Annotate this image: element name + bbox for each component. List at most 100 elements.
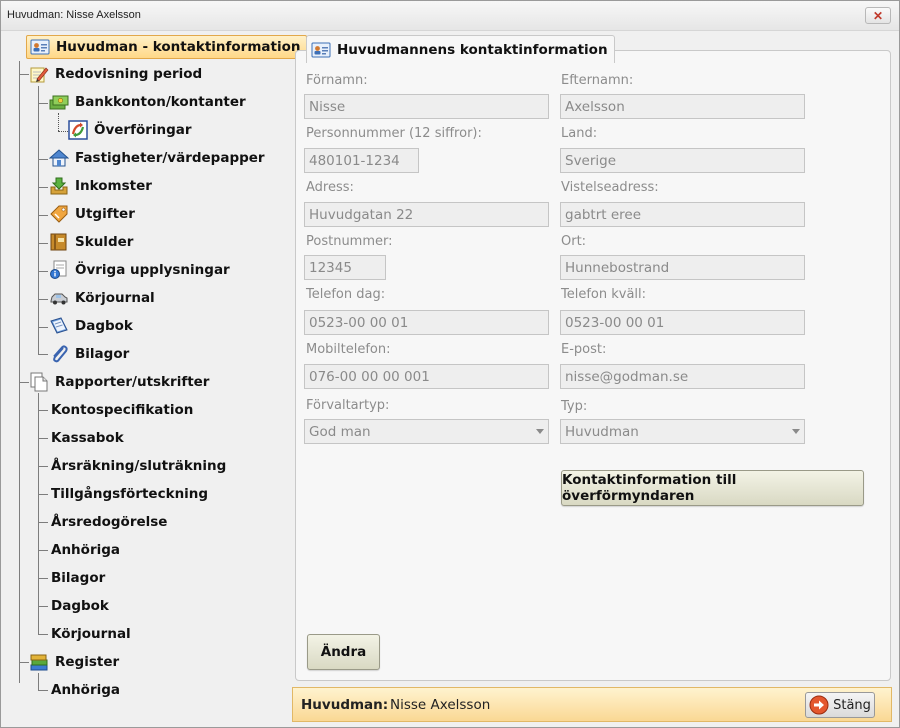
tree-item-register[interactable]: Register: [29, 650, 119, 674]
transfer-arrows-icon: [68, 120, 88, 140]
tree-item-transfers[interactable]: Överföringar: [68, 118, 192, 142]
tree-item-report[interactable]: Tillgångsförteckning: [51, 482, 208, 506]
tree-item-report[interactable]: Kassabok: [51, 426, 124, 450]
tree-connector: [38, 578, 48, 579]
window-close-button[interactable]: ✕: [865, 7, 891, 24]
tree-item-label: Register: [55, 654, 120, 670]
tree-item-label: Övriga upplysningar: [75, 262, 230, 278]
ssn-field[interactable]: 480101-1234: [304, 148, 419, 173]
navigation-tree: Huvudman - kontaktinformation Redovisnin…: [1, 31, 308, 721]
tree-connector: [38, 159, 48, 160]
tree-item-report[interactable]: Årsredogörelse: [51, 510, 167, 534]
books-stack-icon: [29, 652, 49, 672]
contact-card-icon: [30, 37, 50, 57]
tree-item-report[interactable]: Körjournal: [51, 622, 131, 646]
tree-item-other-info[interactable]: Övriga upplysningar: [49, 258, 230, 282]
tree-item-driving-log[interactable]: Körjournal: [49, 286, 155, 310]
tree-connector: [19, 662, 29, 663]
postcode-label: Postnummer:: [306, 234, 393, 249]
type-label: Typ:: [561, 399, 588, 414]
tree-item-main-contact[interactable]: Huvudman - kontaktinformation: [26, 35, 308, 59]
info-document-icon: [49, 260, 69, 280]
contact-guardian-button[interactable]: Kontaktinformation till överförmyndaren: [561, 470, 864, 506]
ledger-book-icon: [49, 232, 69, 252]
edit-button[interactable]: Ändra: [307, 634, 380, 670]
close-icon: ✕: [872, 8, 884, 23]
panel-title: Huvudmannens kontaktinformation: [337, 41, 608, 58]
notebook-icon: [49, 316, 69, 336]
email-label: E-post:: [561, 342, 607, 357]
tree-item-label: Bankkonton/kontanter: [75, 94, 246, 110]
tree-item-report[interactable]: Dagbok: [51, 594, 109, 618]
tree-item-income[interactable]: Inkomster: [49, 174, 152, 198]
tree-item-reports[interactable]: Rapporter/utskrifter: [29, 370, 209, 394]
tree-item-report[interactable]: Bilagor: [51, 566, 105, 590]
tree-connector: [19, 382, 29, 383]
window-title: Huvudman: Nisse Axelsson: [7, 9, 141, 21]
tree-item-report[interactable]: Årsräkning/sluträkning: [51, 454, 226, 478]
tree-item-label: Rapporter/utskrifter: [55, 374, 210, 390]
tree-item-label: Fastigheter/värdepapper: [75, 150, 265, 166]
admin-type-value: God man: [309, 423, 371, 440]
tree-item-report[interactable]: Kontospecifikation: [51, 398, 193, 422]
tree-connector: [38, 299, 48, 300]
phone-day-field[interactable]: 0523-00 00 01: [304, 310, 549, 335]
house-icon: [49, 148, 69, 168]
tree-item-period[interactable]: Redovisning period: [29, 62, 202, 86]
mobile-label: Mobiltelefon:: [306, 342, 391, 357]
title-bar[interactable]: Huvudman: Nisse Axelsson ✕: [1, 1, 899, 31]
stay-address-label: Vistelseadress:: [561, 180, 659, 195]
tree-item-report[interactable]: Anhöriga: [51, 538, 120, 562]
tree-connector: [38, 354, 48, 355]
last-name-field[interactable]: Axelsson: [560, 94, 805, 119]
tree-connector: [38, 271, 48, 272]
tree-connector: [38, 327, 48, 328]
first-name-field[interactable]: Nisse: [304, 94, 549, 119]
close-button-label: Stäng: [833, 697, 871, 713]
tree-item-property[interactable]: Fastigheter/värdepapper: [49, 146, 265, 170]
status-bar: Huvudman: Nisse Axelsson Stäng: [292, 687, 892, 722]
tree-item-label: Kontospecifikation: [51, 402, 194, 418]
tree-item-label: Dagbok: [51, 598, 109, 614]
tree-item-label: Körjournal: [75, 290, 155, 306]
close-button[interactable]: Stäng: [805, 692, 875, 718]
phone-evening-label: Telefon kväll:: [561, 287, 647, 302]
tree-connector: [38, 673, 39, 690]
tree-item-diary[interactable]: Dagbok: [49, 314, 133, 338]
city-field[interactable]: Hunnebostrand: [560, 255, 805, 280]
tree-item-register-relatives[interactable]: Anhöriga: [51, 678, 120, 702]
type-select[interactable]: Huvudman: [560, 419, 805, 444]
mobile-field[interactable]: 076-00 00 00 001: [304, 364, 549, 389]
main-window: Huvudman: Nisse Axelsson ✕ Huvudman - ko…: [0, 0, 900, 728]
tree-connector: [58, 113, 59, 131]
tree-item-label: Redovisning period: [55, 66, 203, 82]
tree-item-bank[interactable]: Bankkonton/kontanter: [49, 90, 246, 114]
postcode-field[interactable]: 12345: [304, 255, 386, 280]
tree-connector: [38, 410, 48, 411]
tree-item-attachments[interactable]: Bilagor: [49, 342, 129, 366]
car-icon: [49, 288, 69, 308]
country-field[interactable]: Sverige: [560, 148, 805, 173]
money-icon: [49, 92, 69, 112]
phone-evening-field[interactable]: 0523-00 00 01: [560, 310, 805, 335]
panel-tab: Huvudmannens kontaktinformation: [306, 35, 615, 63]
admin-type-select[interactable]: God man: [304, 419, 549, 444]
tree-connector: [38, 550, 48, 551]
price-tag-icon: [49, 204, 69, 224]
address-field[interactable]: Huvudgatan 22: [304, 202, 549, 227]
tree-item-label: Årsredogörelse: [51, 514, 168, 530]
chevron-down-icon: [792, 429, 800, 434]
type-value: Huvudman: [565, 423, 639, 440]
tree-item-label: Tillgångsförteckning: [51, 486, 209, 502]
tree-item-expenses[interactable]: Utgifter: [49, 202, 135, 226]
first-name-label: Förnamn:: [306, 73, 368, 88]
tree-connector: [38, 438, 48, 439]
arrow-right-icon: [809, 695, 829, 715]
status-value: Nisse Axelsson: [390, 697, 491, 713]
stay-address-field[interactable]: gabtrt eree: [560, 202, 805, 227]
email-field[interactable]: nisse@godman.se: [560, 364, 805, 389]
tree-item-debts[interactable]: Skulder: [49, 230, 133, 254]
tree-connector: [38, 690, 48, 691]
last-name-label: Efternamn:: [561, 73, 634, 88]
tree-item-label: Skulder: [75, 234, 134, 250]
